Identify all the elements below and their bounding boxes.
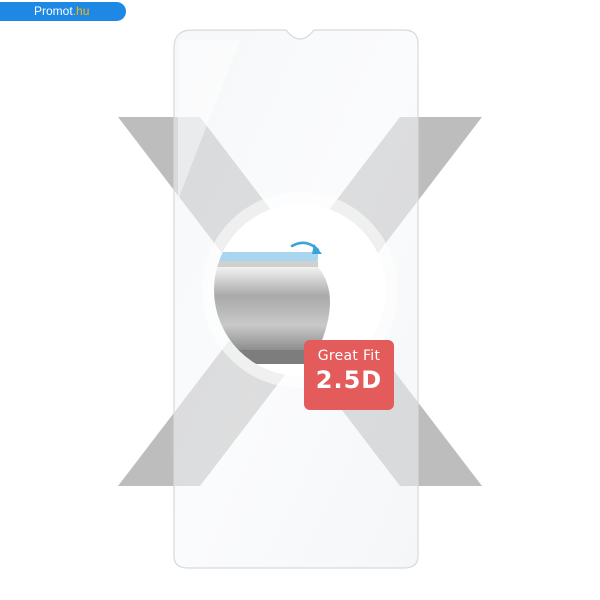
two-point-five-d-label: 2.5D xyxy=(315,366,383,394)
great-fit-25d-badge: Great Fit 2.5D xyxy=(304,340,394,410)
product-image-page: Promot.hu Great Fit 2.5D xyxy=(0,0,600,600)
screen-protector-illustration xyxy=(118,29,482,569)
great-fit-label: Great Fit xyxy=(317,348,381,364)
